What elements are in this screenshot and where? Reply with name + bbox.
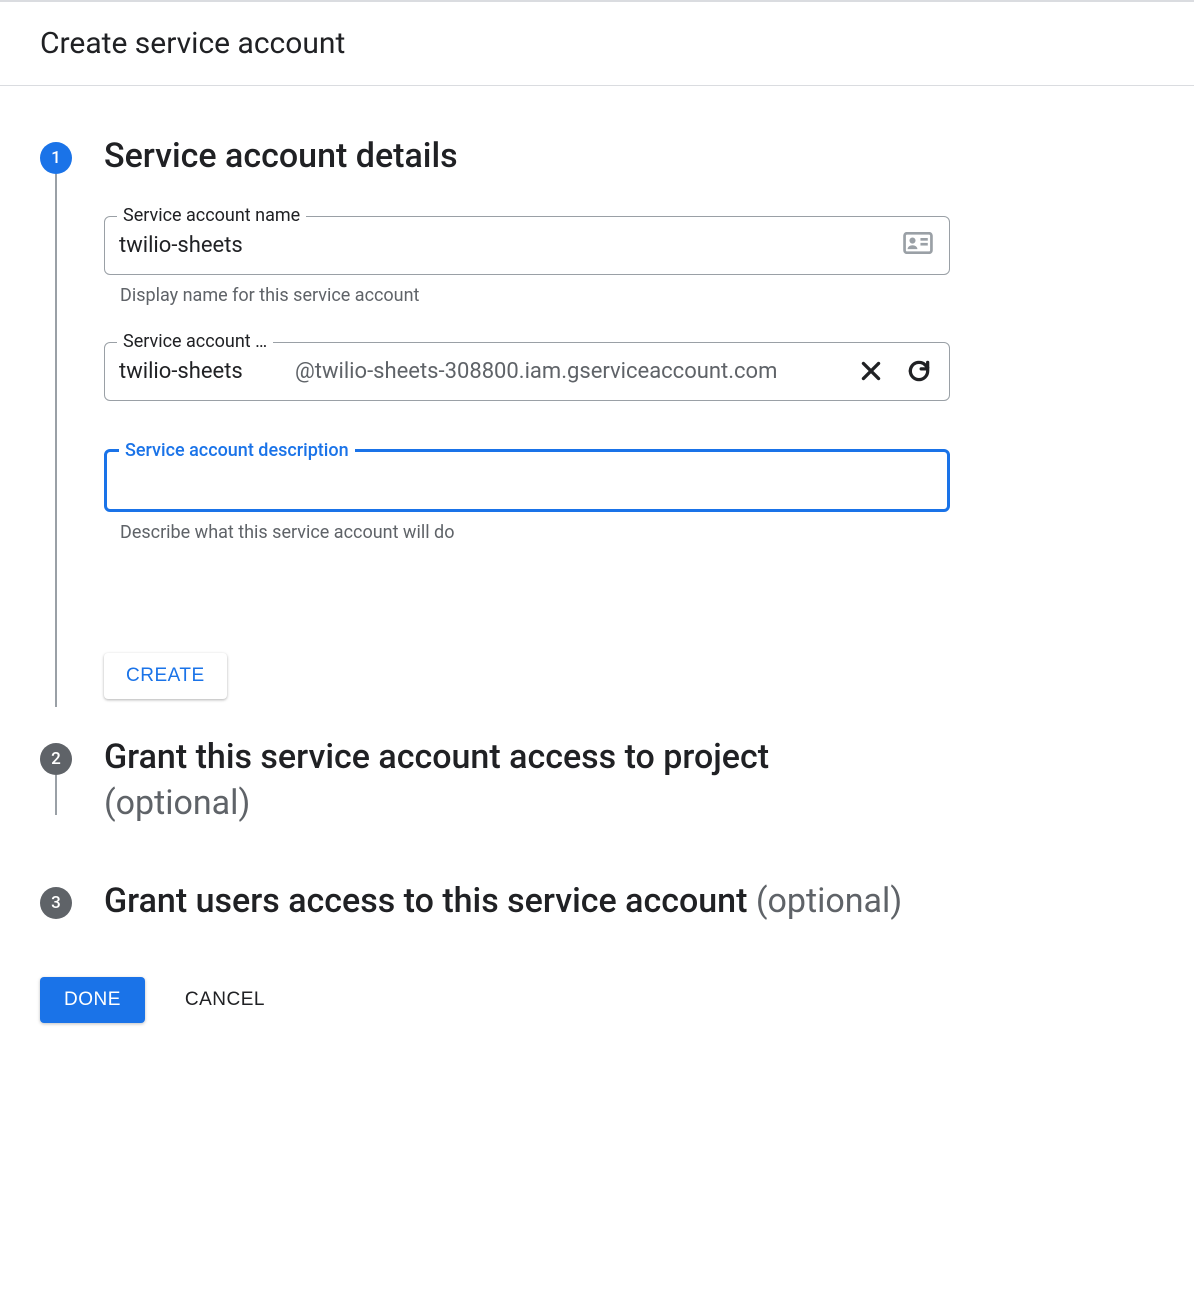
step-connector	[55, 174, 57, 707]
service-account-id-group: Service account … @twilio-sheets-308800.…	[104, 342, 950, 401]
step-2-title-text: Grant this service account access to pro…	[104, 737, 769, 777]
service-account-id-wrap: Service account … @twilio-sheets-308800.…	[104, 342, 950, 401]
page-header: Create service account	[0, 0, 1194, 86]
step-2-title: Grant this service account access to pro…	[104, 735, 950, 827]
step-1: 1 Service account details Service accoun…	[40, 134, 950, 699]
service-account-name-wrap: Service account name	[104, 216, 950, 275]
step-3-optional: (optional)	[756, 881, 902, 921]
step-1-title: Service account details	[104, 134, 950, 180]
step-3-title-text: Grant users access to this service accou…	[104, 881, 756, 921]
done-button[interactable]: DONE	[40, 977, 145, 1023]
service-account-desc-label: Service account description	[119, 440, 355, 461]
service-account-desc-group: Service account description Describe wha…	[104, 449, 950, 543]
step-2[interactable]: 2 Grant this service account access to p…	[40, 735, 950, 827]
refresh-icon[interactable]	[905, 357, 933, 385]
service-account-desc-hint: Describe what this service account will …	[104, 522, 950, 543]
service-account-name-label: Service account name	[117, 205, 306, 226]
service-account-desc-wrap: Service account description	[104, 449, 950, 512]
service-account-id-suffix: @twilio-sheets-308800.iam.gserviceaccoun…	[295, 359, 857, 384]
step-2-optional: (optional)	[104, 783, 250, 823]
step-3[interactable]: 3 Grant users access to this service acc…	[40, 879, 950, 925]
service-account-name-group: Service account name Display name for th…	[104, 216, 950, 306]
step-1-badge: 1	[40, 142, 72, 174]
step-2-badge: 2	[40, 743, 72, 775]
service-account-id-input[interactable]	[105, 343, 295, 400]
service-account-name-hint: Display name for this service account	[104, 285, 950, 306]
footer-actions: DONE CANCEL	[40, 977, 950, 1023]
page-title: Create service account	[40, 26, 1154, 61]
form-content: 1 Service account details Service accoun…	[0, 86, 990, 1083]
contact-card-icon	[903, 232, 933, 258]
create-button[interactable]: CREATE	[104, 653, 227, 699]
cancel-button[interactable]: CANCEL	[185, 989, 265, 1011]
step-3-badge: 3	[40, 887, 72, 919]
step-connector-2	[55, 775, 57, 815]
clear-icon[interactable]	[857, 357, 885, 385]
step-3-title: Grant users access to this service accou…	[104, 879, 950, 925]
